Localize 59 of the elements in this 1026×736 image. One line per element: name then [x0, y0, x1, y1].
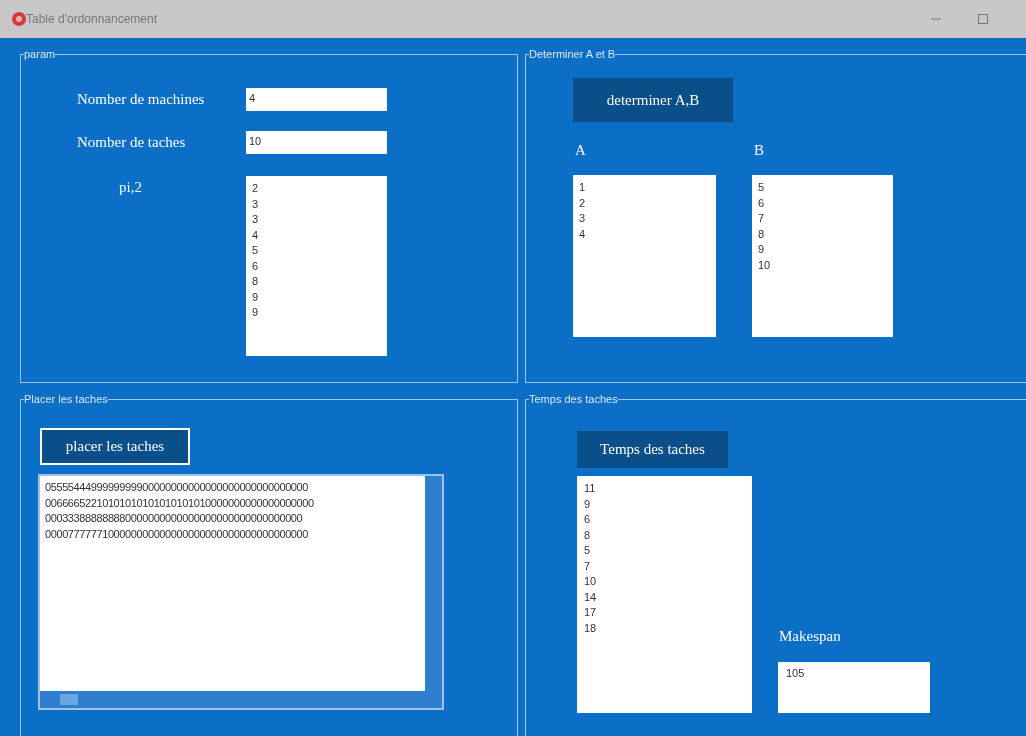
- list-item[interactable]: 2: [252, 181, 381, 197]
- list-box[interactable]: 2 3 3 4 5 6 8 9 9: [246, 176, 387, 356]
- list-item[interactable]: 8: [758, 226, 887, 242]
- input-field[interactable]: 10: [246, 131, 387, 154]
- list-label: B: [754, 142, 765, 159]
- list-box[interactable]: 11 9 6 8 5 7 10 14 17 18: [577, 476, 752, 713]
- list-item[interactable]: 10: [584, 574, 746, 590]
- list-item[interactable]: 7: [758, 211, 887, 227]
- input-field[interactable]: 4: [246, 88, 387, 111]
- list-item[interactable]: 9: [252, 305, 381, 321]
- field-label: Nomber de taches: [76, 134, 187, 151]
- list-item[interactable]: 6: [758, 195, 887, 211]
- list-item[interactable]: 5: [252, 243, 381, 259]
- group-title: param: [24, 48, 56, 60]
- list-item[interactable]: 5: [584, 543, 746, 559]
- list-item[interactable]: 18: [584, 620, 746, 636]
- field-label: Nomber de machines: [76, 91, 206, 108]
- list-item[interactable]: 9: [584, 496, 746, 512]
- determine-button[interactable]: determiner A,B: [573, 78, 733, 122]
- list-item[interactable]: 6: [584, 512, 746, 528]
- text-line: 0555544499999999900000000000000000000000000000: [45, 480, 309, 495]
- list-item[interactable]: 11: [584, 481, 746, 497]
- list-item[interactable]: 2: [579, 195, 710, 211]
- list-box[interactable]: 1 2 3 4: [573, 175, 716, 337]
- times-button[interactable]: Temps des taches: [577, 431, 728, 468]
- vertical-scrollbar[interactable]: [425, 476, 442, 691]
- list-item[interactable]: 7: [584, 558, 746, 574]
- list-item[interactable]: 4: [579, 226, 710, 242]
- list-item[interactable]: 9: [252, 289, 381, 305]
- makespan-field[interactable]: 105: [778, 662, 930, 713]
- list-item[interactable]: 4: [252, 227, 381, 243]
- list-item[interactable]: 14: [584, 589, 746, 605]
- list-item[interactable]: 3: [579, 211, 710, 227]
- group-title: Temps des taches: [529, 393, 618, 405]
- list-item[interactable]: 6: [252, 258, 381, 274]
- list-label: pi,2: [118, 179, 143, 196]
- list-item[interactable]: 5: [758, 180, 887, 196]
- group-title: Determiner A et B: [529, 48, 616, 60]
- list-item[interactable]: 1: [579, 180, 710, 196]
- list-item[interactable]: 3: [252, 196, 381, 212]
- list-item[interactable]: 9: [758, 242, 887, 258]
- horizontal-scrollbar[interactable]: [40, 691, 442, 708]
- window-title: Table d'ordonnancement: [26, 12, 158, 26]
- list-item[interactable]: 8: [584, 527, 746, 543]
- list-label: A: [575, 142, 587, 159]
- place-button[interactable]: placer les taches: [40, 428, 190, 465]
- text-area[interactable]: 0555544499999999900000000000000000000000000000 00666652210101010101010101010000000000000000000 000333888888880000000000000000000000000000000 0000777777100000000000000000000000000000000000: [38, 474, 444, 710]
- list-box[interactable]: 5 6 7 8 9 10: [752, 175, 893, 337]
- list-item[interactable]: 17: [584, 605, 746, 621]
- list-item[interactable]: 3: [252, 212, 381, 228]
- list-item[interactable]: 8: [252, 274, 381, 290]
- text-line: 00666652210101010101010101010000000000000000000: [45, 495, 315, 511]
- text-line: 000333888888880000000000000000000000000000000: [45, 511, 304, 526]
- app-icon: [12, 12, 26, 26]
- list-item[interactable]: 10: [758, 257, 887, 273]
- makespan-label: Makespan: [779, 628, 842, 645]
- maximize-icon[interactable]: [978, 14, 988, 24]
- group-title: Placer les taches: [24, 393, 108, 405]
- text-line: 0000777777100000000000000000000000000000000000: [45, 526, 309, 542]
